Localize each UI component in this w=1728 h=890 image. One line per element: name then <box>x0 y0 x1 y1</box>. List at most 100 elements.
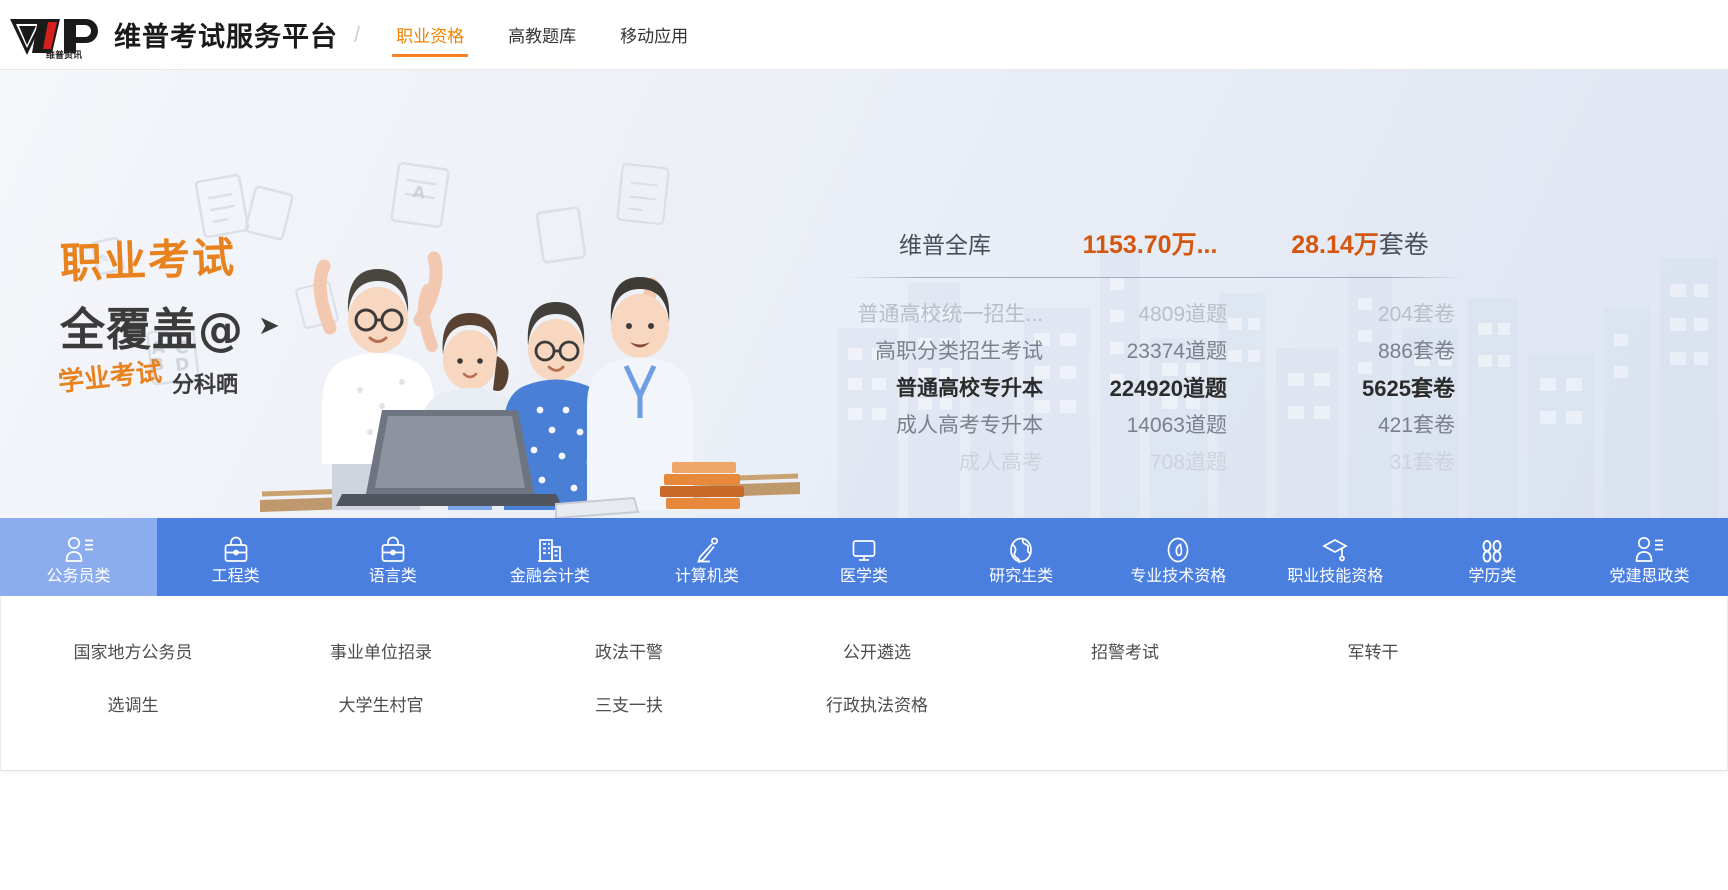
stats-row-questions: 708道题 <box>1149 450 1227 474</box>
compass-icon <box>1163 534 1193 564</box>
sublink-empty-1 <box>1001 677 1249 730</box>
category-label: 公务员类 <box>46 567 111 585</box>
slogan-line-3-b: 分科晒 <box>172 373 239 398</box>
category-xueli[interactable]: 学历类 <box>1414 518 1571 596</box>
tab-yidong-yingyong[interactable]: 移动应用 <box>598 0 710 70</box>
stats-row-name: 成人高考 <box>959 450 1043 474</box>
category-gongcheng[interactable]: 工程类 <box>157 518 314 596</box>
category-label: 金融会计类 <box>509 567 590 585</box>
slogan-line-3: 学业考试 分科晒 <box>57 357 360 399</box>
stats-row-name: 成人高考专升本 <box>896 413 1043 437</box>
sublink-daxuesheng-cunguan[interactable]: 大学生村官 <box>257 677 505 730</box>
stats-total-questions: 1153.70万... <box>1082 231 1218 259</box>
stats-row-papers: 5625套卷 <box>1362 375 1455 401</box>
category-zhiye-jineng-zige[interactable]: 职业技能资格 <box>1257 518 1414 596</box>
briefcase-icon <box>221 534 251 564</box>
stats-row[interactable]: 普通高校专升本 224920道题 5625套卷 <box>845 368 1465 405</box>
svg-text:A: A <box>412 182 428 203</box>
stats-row-papers: 886套卷 <box>1377 339 1455 363</box>
category-jisuanji[interactable]: 计算机类 <box>628 518 785 596</box>
category-label: 学历类 <box>1468 567 1517 585</box>
category-label: 计算机类 <box>674 567 739 585</box>
slogan-line-3-a: 学业考试 <box>56 357 164 399</box>
stats-row-questions: 4809道题 <box>1138 302 1227 326</box>
stats-total-papers-unit: 套卷 <box>1378 231 1429 259</box>
sublink-gongkai-xuanxuan[interactable]: 公开遴选 <box>753 624 1001 677</box>
sublink-guojia-difang-gongwuyuan[interactable]: 国家地方公务员 <box>9 624 257 677</box>
graduation-icon <box>1320 534 1350 564</box>
category-label: 研究生类 <box>989 567 1054 585</box>
banner-slogan: 职业考试 全覆盖@ ➤ 学业考试 分科晒 <box>57 230 360 399</box>
page-bottom-divider <box>0 770 1728 771</box>
stats-row-name: 普通高校专升本 <box>896 376 1043 400</box>
stats-header-row: 维普全库 1153.70万... 28.14万套卷 <box>845 225 1465 277</box>
user-list-icon <box>64 534 94 564</box>
globe-icon <box>1006 534 1036 564</box>
building-icon <box>535 534 565 564</box>
brand-title: 维普考试服务平台 <box>114 22 338 53</box>
sublink-sanzhi-yifu[interactable]: 三支一扶 <box>505 677 753 730</box>
subcategory-panel: 国家地方公务员 事业单位招录 政法干警 公开遴选 招警考试 军转干 选调生 大学… <box>0 596 1728 770</box>
stats-row-questions: 14063道题 <box>1126 413 1227 437</box>
category-gongwuyuan[interactable]: 公务员类 <box>0 518 158 596</box>
sublink-xuandiaosheng[interactable]: 选调生 <box>9 677 257 730</box>
category-yanjiusheng[interactable]: 研究生类 <box>943 518 1100 596</box>
stats-row-name: 普通高校统一招生... <box>857 302 1043 326</box>
sublink-xingzheng-zhifa-zige[interactable]: 行政执法资格 <box>753 677 1001 730</box>
slogan-line-1: 职业考试 <box>59 232 237 288</box>
tab-zhiye-zige[interactable]: 职业资格 <box>374 0 486 70</box>
subcategory-row: 选调生 大学生村官 三支一扶 行政执法资格 <box>1 677 1727 730</box>
stats-row[interactable]: 成人高考专升本 14063道题 421套卷 <box>845 405 1465 442</box>
user-list-icon <box>1634 534 1664 564</box>
category-label: 专业技术资格 <box>1130 567 1227 585</box>
monitor-icon <box>849 534 879 564</box>
stats-row-papers: 31套卷 <box>1389 450 1455 474</box>
category-yuyan[interactable]: 语言类 <box>314 518 471 596</box>
hero-banner: A B C D A ✎ 职业考试 全覆盖@ ➤ 学业考试 分科晒 维普全库 11… <box>0 70 1728 518</box>
stats-total-papers: 28.14万套卷 <box>1255 225 1465 261</box>
logo[interactable]: 维普资讯 维普考试服务平台 <box>8 11 338 59</box>
slogan-line-2: 全覆盖@ ➤ <box>60 293 360 358</box>
page-root: 维普资讯 维普考试服务平台 / 职业资格 高教题库 移动应用 A B C D A… <box>0 0 1728 890</box>
tab-label: 移动应用 <box>620 27 689 46</box>
grid-icon <box>1477 534 1507 564</box>
category-label: 党建思政类 <box>1609 567 1690 585</box>
stats-row[interactable]: 普通高校统一招生... 4809道题 204套卷 <box>845 294 1465 331</box>
stats-row-papers: 204套卷 <box>1377 302 1455 326</box>
category-dangjian-sizheng[interactable]: 党建思政类 <box>1571 518 1728 596</box>
site-header: 维普资讯 维普考试服务平台 / 职业资格 高教题库 移动应用 <box>0 0 1728 70</box>
svg-text:维普资讯: 维普资讯 <box>46 49 82 59</box>
stats-row-name: 高职分类招生考试 <box>875 339 1043 363</box>
stats-total-papers-value: 28.14万 <box>1291 231 1379 259</box>
sublink-shiye-danwei-zhaolu[interactable]: 事业单位招录 <box>257 624 505 677</box>
subcategory-row: 国家地方公务员 事业单位招录 政法干警 公开遴选 招警考试 军转干 <box>1 624 1727 677</box>
stats-row-questions: 23374道题 <box>1126 339 1227 363</box>
category-label: 医学类 <box>840 567 889 585</box>
sublink-junzhuangan[interactable]: 军转干 <box>1249 624 1497 677</box>
stats-row-papers: 421套卷 <box>1377 413 1455 437</box>
stats-row[interactable]: 成人高考 708道题 31套卷 <box>845 442 1465 479</box>
category-label: 语言类 <box>368 567 417 585</box>
sublink-empty-2 <box>1249 677 1497 730</box>
category-zhuanye-jishu-zige[interactable]: 专业技术资格 <box>1100 518 1257 596</box>
arrow-icon: ➤ <box>258 310 281 341</box>
briefcase-icon <box>378 534 408 564</box>
sublink-zhaojing-kaoshi[interactable]: 招警考试 <box>1001 624 1249 677</box>
tab-label: 职业资格 <box>396 27 465 46</box>
pencil-icon <box>692 534 722 564</box>
category-jinrong-kuaiji[interactable]: 金融会计类 <box>471 518 628 596</box>
category-label: 工程类 <box>211 567 260 585</box>
stats-total-label: 维普全库 <box>899 232 991 258</box>
tab-label: 高教题库 <box>508 27 577 46</box>
header-tabs: 职业资格 高教题库 移动应用 <box>374 0 710 70</box>
stats-row-questions: 224920道题 <box>1109 375 1227 401</box>
sublink-zhengfa-ganjing[interactable]: 政法干警 <box>505 624 753 677</box>
stats-panel: 维普全库 1153.70万... 28.14万套卷 普通高校统一招生... 48… <box>845 225 1465 479</box>
stats-row[interactable]: 高职分类招生考试 23374道题 886套卷 <box>845 331 1465 368</box>
header-separator: / <box>354 21 361 47</box>
tab-gaojiao-tiku[interactable]: 高教题库 <box>486 0 598 70</box>
vip-logo-icon: 维普资讯 <box>8 13 112 59</box>
slogan-line-2-text: 全覆盖@ <box>60 303 245 356</box>
category-nav: 公务员类 工程类 语言类 金融会计类 计算机类 医学类 研究生类 专业技术资格 … <box>0 518 1728 596</box>
category-yixue[interactable]: 医学类 <box>785 518 942 596</box>
